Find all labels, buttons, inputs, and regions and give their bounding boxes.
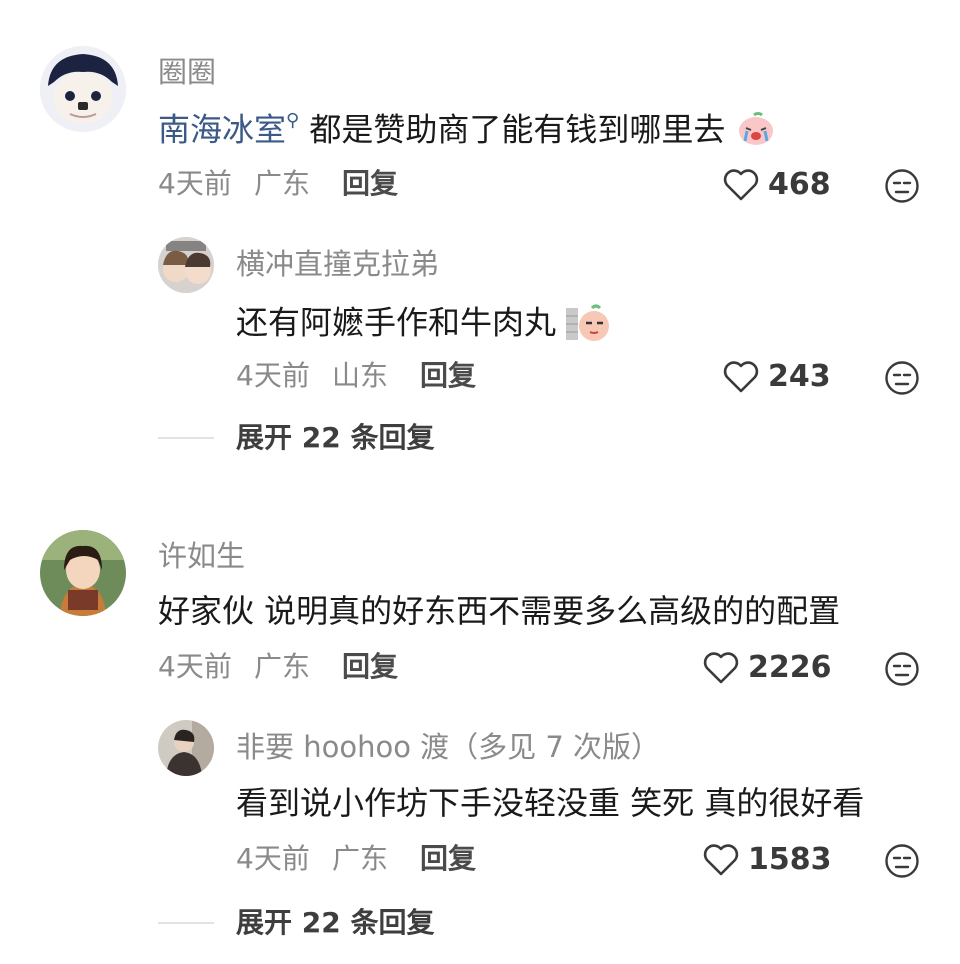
expand-replies-button[interactable]: 展开 22 条回复 — [158, 909, 434, 937]
expand-replies-label: 展开 22 条回复 — [236, 906, 435, 939]
smirk-emoji-icon — [566, 302, 610, 347]
comment-location: 广东 — [254, 167, 311, 200]
reply-text: 看到说小作坊下手没轻没重 笑死 真的很好看 — [236, 784, 865, 822]
reply-time: 4天前 — [236, 842, 310, 875]
dislike-face-icon[interactable] — [884, 360, 920, 396]
comment-time: 4天前 — [158, 650, 232, 683]
reply-button[interactable]: 回复 — [420, 362, 476, 390]
commenter-name[interactable]: 许如生 — [158, 542, 245, 571]
avatar[interactable] — [40, 46, 126, 132]
search-icon[interactable]: ⚲ — [286, 110, 299, 131]
comment-text: 好家伙 说明真的好东西不需要多么高级的的配置 — [158, 592, 841, 630]
commenter-name[interactable]: 圈圈 — [158, 58, 216, 87]
divider-line — [158, 437, 214, 439]
dislike-face-icon[interactable] — [884, 651, 920, 687]
heart-icon — [723, 169, 759, 201]
like-button[interactable]: 243 — [722, 360, 831, 394]
dislike-face-icon[interactable] — [884, 168, 920, 204]
avatar[interactable] — [158, 237, 214, 293]
like-button[interactable]: 1583 — [702, 843, 832, 877]
comment-text: 南海冰室⚲ 都是赞助商了能有钱到哪里去 — [158, 112, 776, 151]
heart-icon — [703, 844, 739, 876]
dislike-face-icon[interactable] — [884, 843, 920, 879]
comment-body: 都是赞助商了能有钱到哪里去 — [309, 110, 726, 149]
reply-button[interactable]: 回复 — [342, 653, 398, 681]
avatar[interactable] — [40, 530, 126, 616]
like-button[interactable]: 468 — [722, 168, 831, 202]
reply-text: 还有阿嬷手作和牛肉丸 — [236, 302, 610, 347]
crying-emoji-icon — [736, 112, 776, 151]
like-count: 1583 — [748, 842, 832, 877]
reply-commenter-name[interactable]: 非要 hoohoo 渡（多见 7 次版） — [236, 733, 660, 762]
heart-icon — [723, 361, 759, 393]
expand-replies-label: 展开 22 条回复 — [236, 421, 435, 454]
like-count: 2226 — [748, 650, 832, 685]
like-count: 243 — [768, 359, 831, 394]
reply-button[interactable]: 回复 — [420, 845, 476, 873]
reply-commenter-name[interactable]: 横冲直撞克拉弟 — [236, 250, 439, 279]
comment-time: 4天前 — [158, 167, 232, 200]
divider-line — [158, 922, 214, 924]
reply-location: 山东 — [332, 359, 389, 392]
comment-location: 广东 — [254, 650, 311, 683]
reply-time: 4天前 — [236, 359, 310, 392]
reply-button[interactable]: 回复 — [342, 170, 398, 198]
like-button[interactable]: 2226 — [702, 651, 832, 685]
mention-link[interactable]: 南海冰室 — [158, 111, 286, 149]
like-count: 468 — [768, 167, 831, 202]
heart-icon — [703, 652, 739, 684]
expand-replies-button[interactable]: 展开 22 条回复 — [158, 424, 434, 452]
avatar[interactable] — [158, 720, 214, 776]
reply-body: 还有阿嬷手作和牛肉丸 — [236, 303, 557, 342]
reply-location: 广东 — [332, 842, 389, 875]
